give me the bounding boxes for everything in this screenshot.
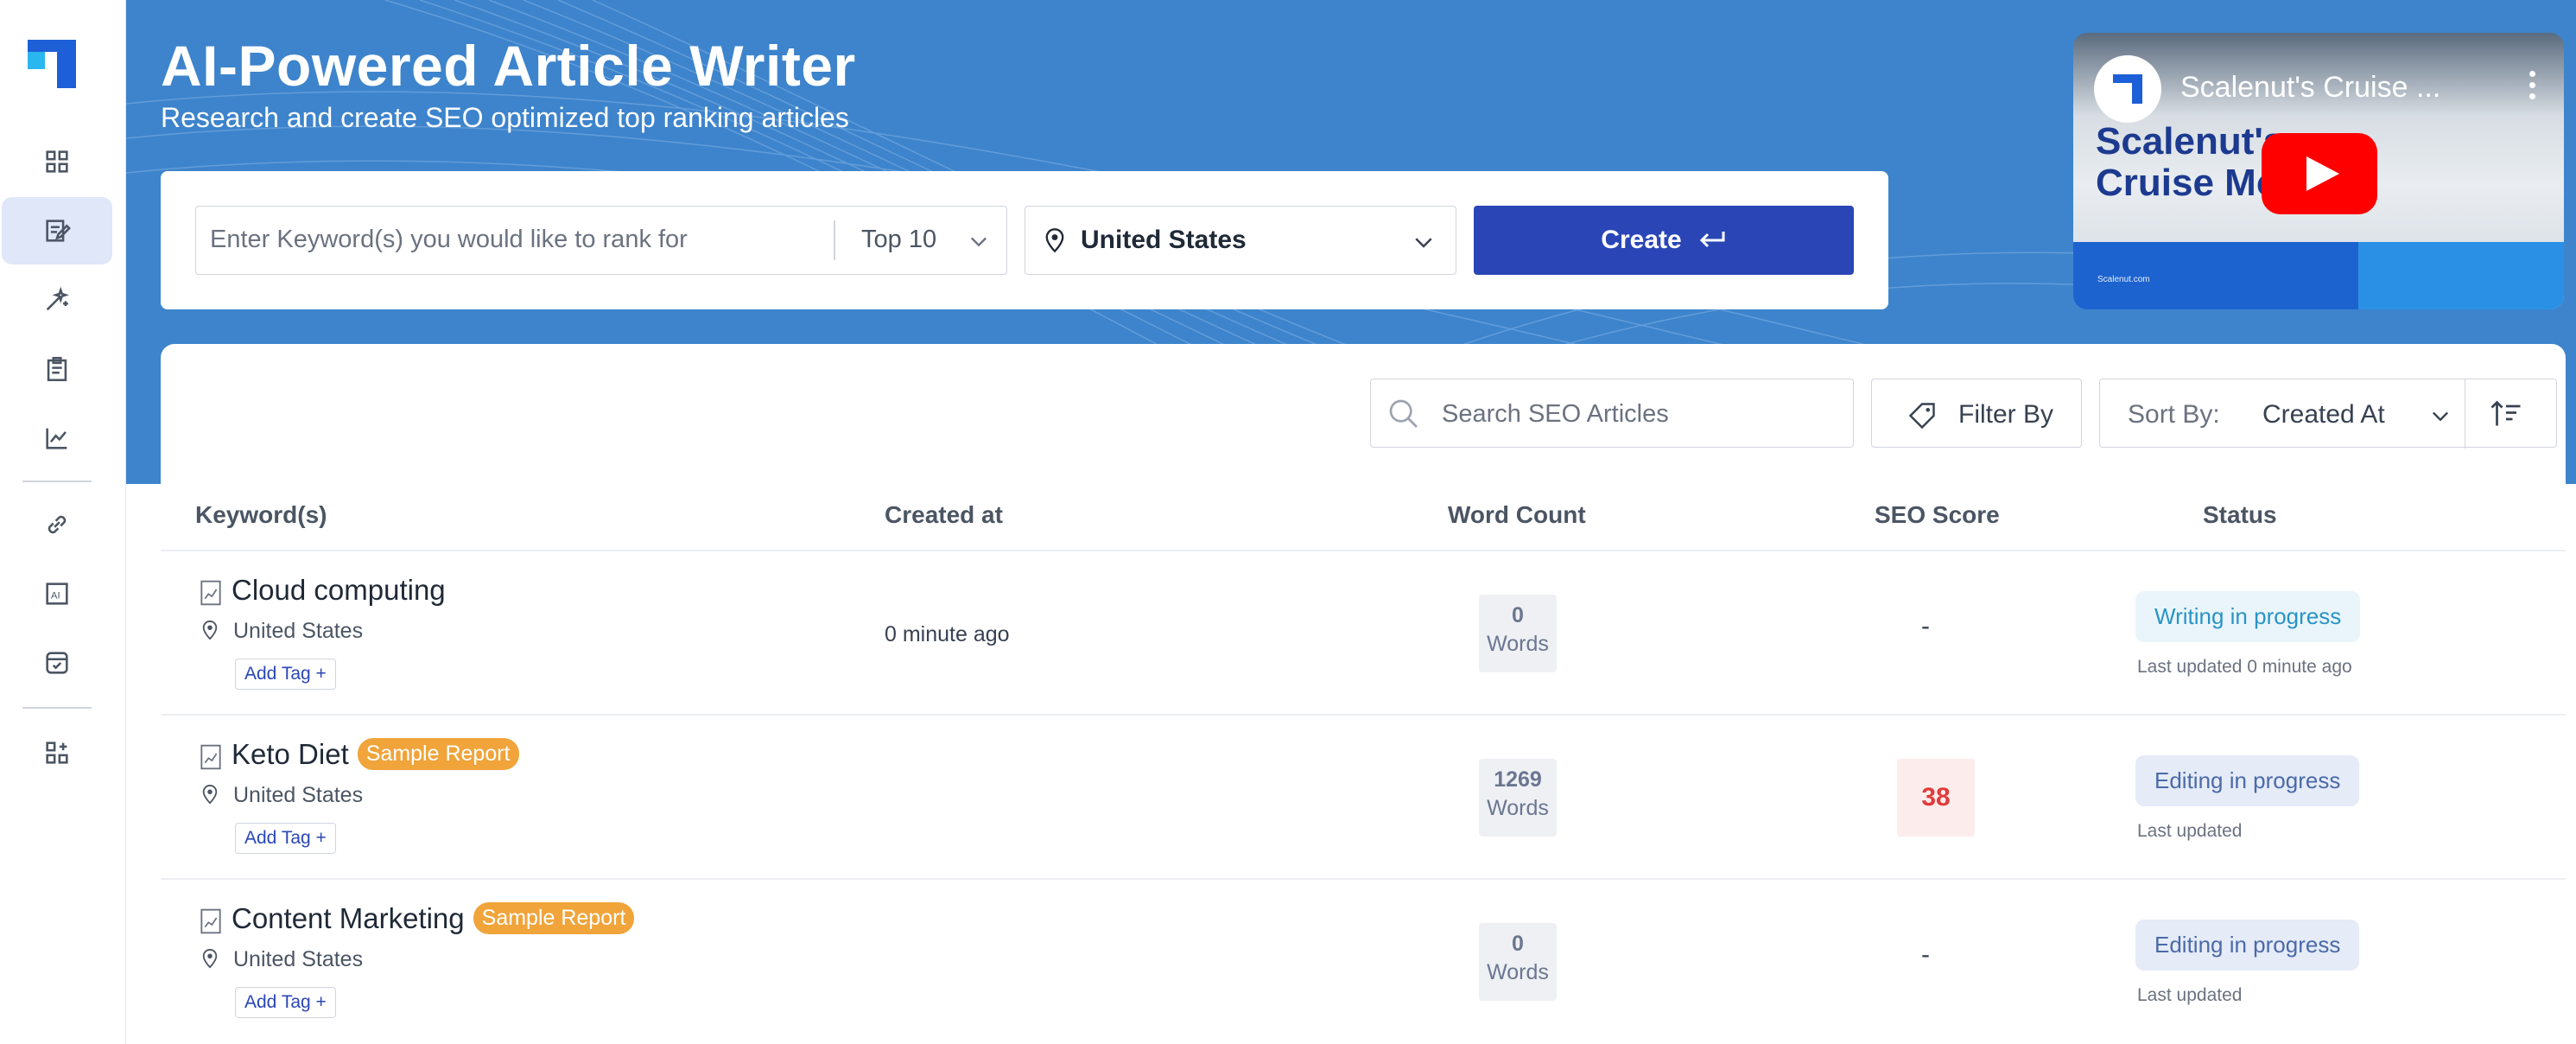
page-subtitle: Research and create SEO optimized top ra… — [161, 102, 849, 133]
row-seo-score: - — [1921, 612, 1930, 640]
video-footer-text: Scalenut.com — [2097, 275, 2150, 284]
row-keyword[interactable]: Cloud computing — [232, 574, 446, 607]
nav-link-icon[interactable] — [2, 491, 112, 558]
add-tag-button[interactable]: Add Tag + — [235, 659, 336, 690]
search-articles-input[interactable]: Search SEO Articles — [1370, 379, 1854, 448]
table-row[interactable]: Content Marketing Sample Report United St… — [161, 880, 2566, 1044]
nav-article-writer-icon[interactable] — [2, 197, 112, 264]
row-keyword[interactable]: Content Marketing Sample Report — [232, 902, 635, 935]
row-seo-score: - — [1921, 940, 1930, 969]
add-tag-button[interactable]: Add Tag + — [235, 823, 336, 854]
search-placeholder: Search SEO Articles — [1442, 400, 1669, 428]
video-title[interactable]: Scalenut's Cruise ... — [2180, 71, 2440, 105]
row-location: United States — [233, 783, 364, 807]
nav-clipboard-icon[interactable] — [2, 335, 112, 403]
nav-ai-image-icon[interactable]: AI — [2, 560, 112, 627]
status-badge: Editing in progress — [2135, 755, 2360, 806]
status-badge: Writing in progress — [2135, 591, 2361, 642]
location-pin-icon — [202, 948, 218, 969]
location-select[interactable]: United States — [1025, 206, 1456, 275]
nav-analytics-icon[interactable] — [2, 404, 112, 472]
nav-divider — [22, 481, 92, 482]
keyword-input[interactable]: Enter Keyword(s) you would like to rank … — [195, 206, 1007, 275]
nav-divider — [22, 707, 92, 709]
status-badge: Editing in progress — [2135, 920, 2360, 971]
filter-button[interactable]: Filter By — [1871, 379, 2082, 448]
filter-button-label: Filter By — [1958, 400, 2054, 429]
page-title: AI-Powered Article Writer — [161, 34, 856, 98]
location-value: United States — [1081, 226, 1247, 254]
row-word-count: 1269 Words — [1479, 759, 1557, 837]
row-location: United States — [233, 947, 364, 971]
video-menu-icon[interactable] — [2529, 71, 2536, 105]
sample-report-badge: Sample Report — [357, 738, 519, 770]
nav-dashboard-icon[interactable] — [2, 128, 112, 195]
search-icon — [1389, 399, 1418, 428]
row-last-updated: Last updated — [2137, 821, 2243, 841]
keyword-input-placeholder: Enter Keyword(s) you would like to rank … — [210, 226, 688, 253]
sidebar: AI — [0, 0, 126, 1044]
chevron-down-icon[interactable] — [967, 229, 991, 253]
tutorial-video-thumbnail[interactable]: Scalenut's Cruise Mo Scalenut's Cruise .… — [2073, 33, 2564, 309]
row-keyword[interactable]: Keto Diet Sample Report — [232, 738, 519, 771]
top-results-select[interactable]: Top 10 — [861, 226, 936, 254]
app-logo[interactable] — [28, 40, 76, 88]
channel-avatar[interactable] — [2094, 55, 2161, 123]
location-pin-icon — [202, 784, 218, 805]
location-pin-icon — [1045, 228, 1064, 253]
document-icon — [200, 908, 221, 934]
tag-icon — [1908, 403, 1935, 430]
row-word-count: 0 Words — [1479, 923, 1557, 1001]
sort-select[interactable]: Sort By: Created At — [2099, 379, 2557, 449]
document-icon — [200, 744, 221, 770]
create-article-card: Enter Keyword(s) you would like to rank … — [161, 171, 1888, 309]
row-last-updated: Last updated 0 minute ago — [2137, 657, 2352, 677]
chevron-down-icon[interactable] — [1411, 229, 1437, 255]
sample-report-badge: Sample Report — [473, 902, 635, 934]
table-row[interactable]: Cloud computing United States Add Tag + … — [161, 551, 2566, 716]
document-icon — [200, 580, 221, 606]
sort-value: Created At — [2262, 400, 2385, 429]
row-location: United States — [233, 619, 364, 643]
add-tag-button[interactable]: Add Tag + — [235, 987, 336, 1018]
column-header-keywords: Keyword(s) — [195, 501, 327, 528]
row-last-updated: Last updated — [2137, 985, 2243, 1005]
input-divider — [834, 220, 835, 260]
column-header-created-at: Created at — [885, 501, 1003, 528]
row-seo-score: 38 — [1897, 759, 1975, 837]
enter-arrow-icon — [1699, 232, 1725, 248]
nav-brand-voice-icon[interactable] — [2, 629, 112, 697]
column-header-status: Status — [2203, 501, 2277, 528]
nav-apps-icon[interactable] — [2, 719, 112, 786]
create-button-label: Create — [1601, 226, 1682, 254]
chevron-down-icon[interactable] — [2428, 404, 2452, 428]
sort-label: Sort By: — [2128, 400, 2220, 429]
play-button-icon[interactable] — [2262, 133, 2377, 214]
articles-panel: Search SEO Articles Filter By Sort By: C… — [161, 344, 2566, 1044]
row-word-count: 0 Words — [1479, 595, 1557, 672]
column-header-word-count: Word Count — [1448, 501, 1586, 528]
nav-magic-wand-icon[interactable] — [2, 266, 112, 334]
sort-direction-icon[interactable] — [2489, 398, 2523, 430]
create-button[interactable]: Create — [1474, 206, 1854, 275]
video-brand-text: Scalenut's Cruise Mo — [2096, 120, 2285, 204]
svg-text:AI: AI — [51, 591, 60, 602]
table-row[interactable]: Keto Diet Sample Report United States Add… — [161, 716, 2566, 880]
location-pin-icon — [202, 620, 218, 640]
row-created-at: 0 minute ago — [885, 622, 1010, 646]
column-header-seo-score: SEO Score — [1875, 501, 2000, 528]
